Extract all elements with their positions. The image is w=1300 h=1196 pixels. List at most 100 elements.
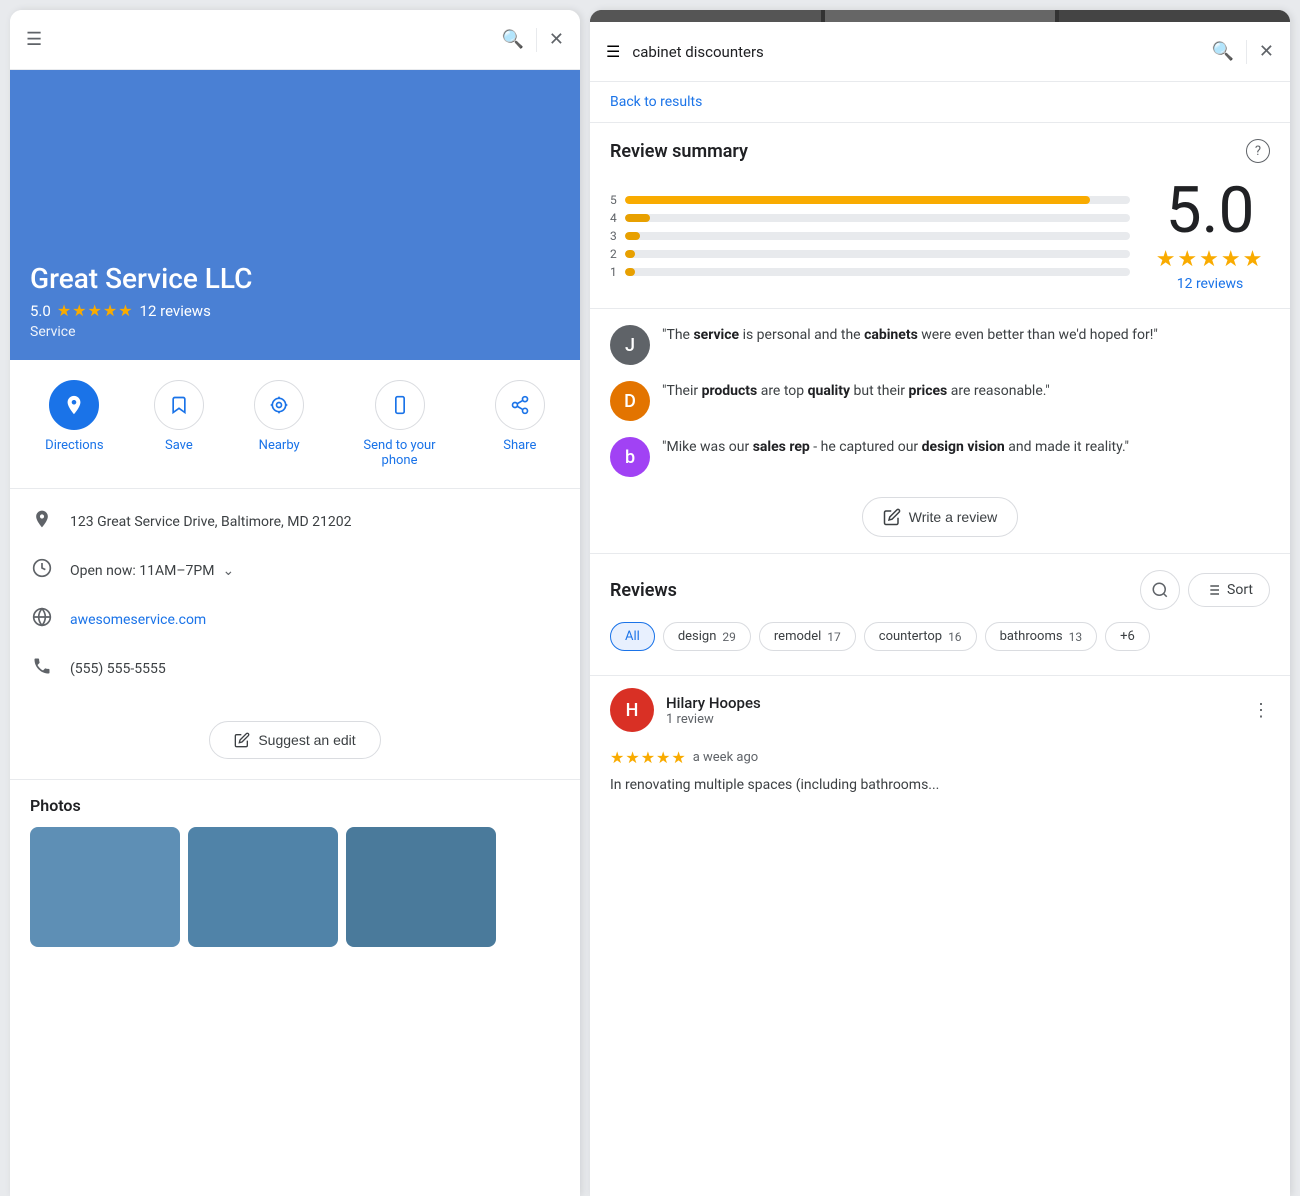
search-icon[interactable]: 🔍 (501, 29, 523, 50)
score-stars: ★★★★★ (1150, 247, 1270, 272)
save-button[interactable]: Save (154, 380, 204, 468)
reviewer-sub: 1 review (666, 712, 1240, 727)
chip-countertop-label: countertop (879, 629, 942, 644)
business-name: Great Service LLC (30, 262, 252, 295)
hours-text: Open now: 11AM–7PM (70, 563, 214, 579)
write-review-button[interactable]: Write a review (862, 497, 1018, 537)
big-score: 5.0 (1150, 179, 1270, 243)
suggest-edit-button[interactable]: Suggest an edit (209, 721, 380, 759)
hero-info: Great Service LLC 5.0 ★★★★★ 12 reviews S… (30, 262, 252, 340)
phone-icon (30, 656, 54, 681)
chip-more-label: +6 (1120, 629, 1135, 644)
bar-track-1 (625, 268, 1130, 276)
menu-icon[interactable]: ☰ (26, 29, 42, 50)
chip-bathrooms-label: bathrooms (1000, 629, 1063, 644)
back-to-results-link[interactable]: Back to results (590, 82, 1290, 123)
chip-remodel-count: 17 (827, 630, 841, 644)
website-text[interactable]: awesomeservice.com (70, 612, 206, 628)
left-search-bar: ☰ 🔍 ✕ (10, 10, 580, 70)
chip-remodel[interactable]: remodel 17 (759, 622, 856, 651)
bar-fill-4 (625, 214, 650, 222)
rating-value: 5.0 (30, 302, 51, 320)
filter-chips: All design 29 remodel 17 countertop 16 b… (610, 622, 1270, 651)
bar-row-5: 5 (610, 193, 1130, 207)
review-snippets: J "The service is personal and the cabin… (590, 309, 1290, 554)
directions-icon (49, 380, 99, 430)
photo-thumb-3[interactable] (346, 827, 496, 947)
directions-label: Directions (45, 438, 103, 453)
share-button[interactable]: Share (495, 380, 545, 468)
chip-bathrooms[interactable]: bathrooms 13 (985, 622, 1098, 651)
avatar-b: b (610, 437, 650, 477)
reviews-search-button[interactable] (1140, 570, 1180, 610)
directions-button[interactable]: Directions (45, 380, 103, 468)
nearby-label: Nearby (259, 438, 300, 453)
bars-col: 5 4 3 2 (610, 193, 1130, 279)
reviewer-info: Hilary Hoopes 1 review (666, 694, 1240, 727)
right-divider (1246, 40, 1247, 64)
left-panel: ☰ 🔍 ✕ Great Service LLC 5.0 ★★★★★ 12 rev… (10, 10, 580, 1196)
chip-all[interactable]: All (610, 622, 655, 651)
top-photos-bar (590, 10, 1290, 22)
phone-item[interactable]: (555) 555-5555 (10, 644, 580, 693)
chip-remodel-label: remodel (774, 629, 821, 644)
chip-all-label: All (625, 629, 640, 644)
score-col: 5.0 ★★★★★ 12 reviews (1150, 179, 1270, 292)
snippet-text-2: "Their products are top quality but thei… (662, 381, 1050, 402)
photo-thumb-1[interactable] (30, 827, 180, 947)
sort-button[interactable]: Sort (1188, 573, 1270, 607)
send-to-phone-label: Send to your phone (355, 438, 445, 468)
bar-label-4: 4 (610, 211, 617, 225)
nearby-button[interactable]: Nearby (254, 380, 304, 468)
review-summary-title: Review summary (610, 141, 748, 162)
save-icon (154, 380, 204, 430)
reviewer-row: H Hilary Hoopes 1 review ⋮ (590, 675, 1290, 744)
bar-label-5: 5 (610, 193, 617, 207)
right-close-icon[interactable]: ✕ (1259, 41, 1274, 62)
info-list: 123 Great Service Drive, Baltimore, MD 2… (10, 489, 580, 701)
clock-icon (30, 558, 54, 583)
reviewer-stars-row: ★★★★★ a week ago (590, 744, 1290, 771)
right-search-text[interactable]: cabinet discounters (632, 43, 1199, 61)
review-summary-section: Review summary ? 5 4 3 (590, 123, 1290, 309)
bar-row-2: 2 (610, 247, 1130, 261)
chip-bathrooms-count: 13 (1069, 630, 1083, 644)
bar-row-3: 3 (610, 229, 1130, 243)
help-icon[interactable]: ? (1246, 139, 1270, 163)
photo-thumb-2[interactable] (188, 827, 338, 947)
rating-breakdown: 5 4 3 2 (610, 179, 1270, 292)
bar-fill-1 (625, 268, 635, 276)
reviewer-avatar: H (610, 688, 654, 732)
send-to-phone-icon (375, 380, 425, 430)
chip-design-label: design (678, 629, 717, 644)
hero-banner: Great Service LLC 5.0 ★★★★★ 12 reviews S… (10, 70, 580, 360)
hero-stars: ★★★★★ (57, 301, 134, 320)
category-label: Service (30, 324, 252, 340)
hours-item[interactable]: Open now: 11AM–7PM ⌄ (10, 546, 580, 595)
photos-title: Photos (30, 796, 560, 815)
bar-label-3: 3 (610, 229, 617, 243)
close-icon[interactable]: ✕ (549, 29, 564, 50)
score-reviews-link[interactable]: 12 reviews (1150, 276, 1270, 292)
bar-fill-2 (625, 250, 635, 258)
right-menu-icon[interactable]: ☰ (606, 42, 620, 61)
reviews-header: Reviews Sort (610, 570, 1270, 610)
reviews-section: Reviews Sort All design 29 remodel (590, 554, 1290, 675)
snippet-row-1: J "The service is personal and the cabin… (610, 325, 1270, 365)
phone-text: (555) 555-5555 (70, 661, 166, 677)
location-icon (30, 509, 54, 534)
chevron-down-icon[interactable]: ⌄ (222, 563, 234, 579)
photos-grid (30, 827, 560, 947)
chip-countertop[interactable]: countertop 16 (864, 622, 977, 651)
top-photo-3 (1059, 10, 1290, 22)
chip-design[interactable]: design 29 (663, 622, 751, 651)
right-search-icon[interactable]: 🔍 (1211, 41, 1233, 62)
snippet-text-3: "Mike was our sales rep - he captured ou… (662, 437, 1129, 458)
send-to-phone-button[interactable]: Send to your phone (355, 380, 445, 468)
right-panel: ☰ cabinet discounters 🔍 ✕ Back to result… (590, 10, 1290, 1196)
chip-more[interactable]: +6 (1105, 622, 1150, 651)
address-item: 123 Great Service Drive, Baltimore, MD 2… (10, 497, 580, 546)
website-item[interactable]: awesomeservice.com (10, 595, 580, 644)
bar-fill-3 (625, 232, 640, 240)
three-dots-icon[interactable]: ⋮ (1252, 700, 1270, 721)
